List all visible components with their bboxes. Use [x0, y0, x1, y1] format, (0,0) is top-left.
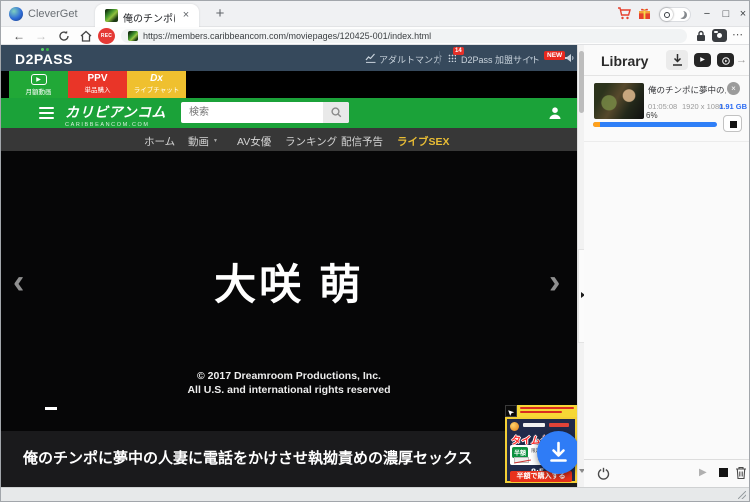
lock-icon[interactable] — [696, 30, 706, 42]
url-field[interactable] — [121, 29, 687, 43]
window-bottom-edge — [1, 487, 749, 501]
nav-home[interactable]: ホーム — [144, 134, 175, 149]
nav-actresses[interactable]: AV女優 — [237, 134, 271, 149]
video-stage: ‹ › 大咲 萌 © 2017 Dreamroom Productions, I… — [1, 151, 577, 487]
download-thumbnail — [594, 83, 644, 119]
tab-title: 俺のチンポに夢中の人 — [123, 14, 175, 23]
dark-mode-icon[interactable] — [679, 11, 687, 19]
rec-button[interactable]: REC — [98, 28, 115, 44]
start-all-icon[interactable]: ▶ — [699, 467, 707, 478]
address-bar: ← → REC ⋯ — [1, 27, 749, 45]
title-bar: CleverGet 俺のチンポに夢中の人 × + − □ × — [1, 1, 749, 27]
forward-icon[interactable]: → — [33, 29, 49, 43]
carib-logo[interactable]: カリビアンコム CARIBBEANCOM.COM — [65, 102, 166, 128]
close-window-button[interactable]: × — [735, 6, 749, 22]
library-bottom-bar: ▶ — [584, 459, 749, 487]
cart-icon[interactable] — [617, 7, 631, 20]
browser-viewport: D2PASS アダルトマンガ 14 D2Pass 加盟サイト ▼ NEW ▶ 月… — [1, 45, 577, 487]
d2pass-logo[interactable]: D2PASS — [15, 51, 73, 67]
theme-toggle[interactable] — [659, 7, 691, 22]
tab-favicon-icon — [105, 9, 118, 22]
minimize-button[interactable]: − — [699, 6, 715, 22]
search-button[interactable] — [323, 102, 349, 123]
site-favicon-icon — [128, 31, 138, 41]
new-badge: NEW — [544, 51, 566, 60]
panel-divider — [577, 45, 585, 487]
more-menu-icon[interactable]: ⋯ — [732, 28, 743, 41]
maximize-button[interactable]: □ — [718, 6, 734, 22]
library-title: Library — [601, 53, 649, 69]
carib-header: カリビアンコム CARIBBEANCOM.COM — [1, 98, 577, 128]
download-progress-fill — [593, 122, 601, 127]
light-mode-icon[interactable] — [660, 8, 673, 21]
copyright-line1: © 2017 Dreamroom Productions, Inc. — [197, 370, 381, 382]
resize-grip[interactable] — [738, 491, 746, 499]
download-resolution: 1920 x 1080 — [682, 102, 724, 111]
stop-all-icon[interactable] — [719, 468, 728, 477]
library-tab-media-icon[interactable] — [717, 53, 734, 67]
download-progress-label: 6% — [646, 111, 658, 120]
download-duration: 01:05:08 — [648, 102, 678, 111]
nav-videos[interactable]: 動画 — [188, 134, 209, 149]
tab-monthly-video[interactable]: ▶ 月額動画 — [9, 71, 68, 98]
actress-name: 大咲 萌 — [214, 261, 364, 308]
url-input[interactable] — [143, 29, 673, 43]
cleverget-logo-icon — [9, 7, 23, 21]
cleverget-window: CleverGet 俺のチンポに夢中の人 × + − □ × ← → RE — [0, 0, 750, 502]
tab-close-icon[interactable]: × — [179, 8, 193, 22]
account-icon[interactable] — [547, 105, 563, 121]
grid-icon — [448, 54, 456, 62]
library-panel: Library ▶ → 俺のチンポに夢中の人妻... × 01:05:08 19… — [584, 45, 749, 487]
chevron-down-icon: ▼ — [213, 138, 218, 144]
search-box — [181, 102, 349, 123]
remove-download-icon[interactable]: × — [727, 82, 740, 95]
ad-cursor-icon — [505, 405, 517, 417]
panel-expand-icon[interactable]: → — [736, 54, 747, 66]
stop-download-button[interactable] — [723, 115, 742, 132]
menu-icon[interactable] — [39, 107, 54, 119]
browser-tab[interactable]: 俺のチンポに夢中の人 × — [95, 4, 199, 27]
tab-live-chat[interactable]: Dx ライブチャット — [127, 71, 186, 98]
trash-icon[interactable] — [735, 466, 747, 480]
megaphone-icon[interactable] — [564, 53, 574, 63]
adult-manga-link[interactable]: アダルトマンガ — [379, 53, 442, 66]
nav-schedule[interactable]: 配信予告 — [341, 134, 383, 149]
play-icon: ▶ — [30, 74, 47, 85]
home-icon[interactable] — [80, 30, 92, 42]
ad-trophy-icon — [510, 422, 519, 431]
gift-icon[interactable] — [638, 7, 651, 20]
library-tab-video-icon[interactable]: ▶ — [694, 53, 711, 67]
library-tab-downloading[interactable] — [666, 50, 688, 70]
video-title: 俺のチンポに夢中の人妻に電話をかけさせ執拗責めの濃厚セックス — [23, 450, 473, 467]
download-progress-bar — [593, 122, 717, 127]
video-capture-icon[interactable] — [712, 29, 727, 42]
site-nav: ホーム 動画 ▼ AV女優 ランキング 配信予告 ライブSEX — [1, 128, 577, 151]
download-fab-button[interactable] — [537, 431, 577, 474]
download-size: 1.91 GB — [719, 102, 747, 111]
chart-icon — [365, 53, 376, 63]
new-tab-button[interactable]: + — [211, 5, 229, 23]
copyright-line2: All U.S. and international rights reserv… — [187, 384, 391, 396]
tab-ppv[interactable]: PPV 単品購入 — [68, 71, 127, 98]
download-title: 俺のチンポに夢中の人妻... — [648, 85, 726, 95]
app-name: CleverGet — [28, 8, 78, 20]
carousel-indicator — [45, 407, 57, 410]
title-band: 俺のチンポに夢中の人妻に電話をかけさせ執拗責めの濃厚セックス — [1, 431, 577, 487]
chevron-down-icon[interactable]: ▼ — [529, 56, 534, 62]
ad-old-price — [514, 457, 531, 463]
power-icon[interactable] — [597, 467, 610, 480]
nav-ranking[interactable]: ランキング — [285, 134, 337, 149]
nav-live-sex[interactable]: ライブSEX — [397, 134, 450, 149]
d2pass-header: D2PASS アダルトマンガ 14 D2Pass 加盟サイト ▼ NEW — [1, 45, 577, 71]
ad-top-strip — [517, 405, 577, 417]
back-icon[interactable]: ← — [11, 29, 27, 43]
refresh-icon[interactable] — [58, 30, 70, 42]
stop-icon — [729, 120, 737, 128]
search-input[interactable] — [181, 102, 321, 123]
